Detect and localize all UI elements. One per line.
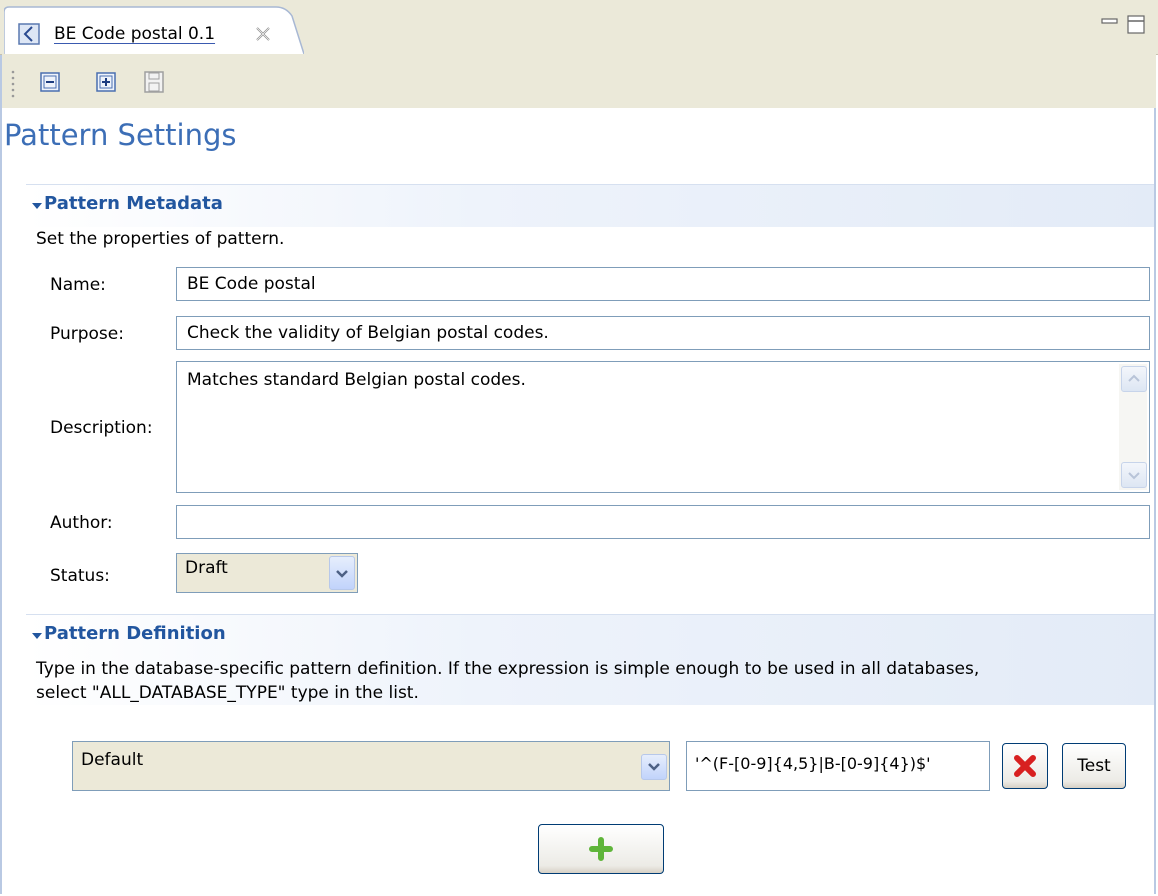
add-icon (589, 837, 613, 861)
test-button[interactable]: Test (1062, 743, 1126, 789)
chevron-down-icon (648, 763, 660, 771)
pattern-file-icon (18, 23, 40, 45)
editor-tab-bar: BE Code postal 0.1 (0, 0, 1158, 55)
database-type-select[interactable]: Default (72, 741, 670, 791)
save-icon[interactable] (142, 70, 166, 94)
status-select[interactable]: Draft (176, 553, 358, 593)
author-label: Author: (50, 513, 113, 533)
name-label: Name: (50, 275, 106, 295)
minimize-icon[interactable] (1098, 12, 1122, 36)
chevron-up-icon (1128, 374, 1140, 382)
expression-field[interactable]: '^(F-[0-9]{4,5}|B-[0-9]{4})$' (686, 741, 990, 791)
chevron-down-icon (336, 570, 348, 578)
editor-tab[interactable]: BE Code postal 0.1 (4, 6, 304, 54)
status-value: Draft (185, 558, 228, 578)
purpose-label: Purpose: (50, 324, 124, 344)
database-type-dropdown-button[interactable] (641, 754, 667, 780)
page-title: Pattern Settings (4, 118, 237, 152)
name-field[interactable]: BE Code postal (176, 267, 1150, 301)
chevron-down-icon (1128, 472, 1140, 480)
definition-section-title[interactable]: Pattern Definition (44, 623, 226, 644)
close-icon[interactable] (254, 25, 272, 43)
tab-title: BE Code postal 0.1 (54, 24, 216, 44)
maximize-icon[interactable] (1124, 12, 1148, 36)
test-button-label: Test (1077, 756, 1111, 776)
purpose-field[interactable]: Check the validity of Belgian postal cod… (176, 316, 1150, 350)
expand-twisty-icon[interactable] (30, 199, 44, 213)
status-dropdown-button[interactable] (329, 556, 355, 590)
status-label: Status: (50, 566, 110, 586)
description-field[interactable]: Matches standard Belgian postal codes. (176, 361, 1150, 493)
collapse-all-icon[interactable] (38, 70, 62, 94)
scroll-down-button[interactable] (1121, 462, 1147, 488)
description-scrollbar[interactable] (1119, 364, 1147, 490)
definition-description-line1: Type in the database-specific pattern de… (36, 659, 980, 679)
expand-all-icon[interactable] (94, 70, 118, 94)
scroll-up-button[interactable] (1121, 366, 1147, 392)
add-expression-button[interactable] (538, 824, 664, 874)
database-type-value: Default (81, 750, 144, 770)
author-field[interactable] (176, 505, 1150, 539)
metadata-section-title[interactable]: Pattern Metadata (44, 193, 223, 214)
metadata-description: Set the properties of pattern. (36, 229, 285, 249)
expand-twisty-icon[interactable] (30, 629, 44, 643)
description-label: Description: (50, 418, 153, 438)
toolbar-grip (11, 70, 15, 98)
delete-icon (1014, 755, 1036, 777)
delete-expression-button[interactable] (1002, 743, 1048, 789)
description-text: Matches standard Belgian postal codes. (187, 370, 526, 390)
editor-toolbar (2, 54, 1156, 108)
definition-description-line2: select "ALL_DATABASE_TYPE" type in the l… (36, 683, 419, 703)
